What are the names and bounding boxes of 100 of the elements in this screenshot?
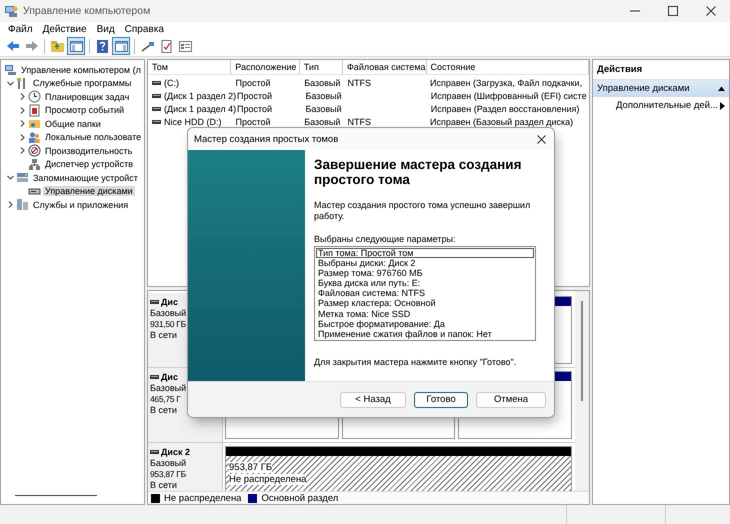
- chevron-icon[interactable]: [7, 201, 14, 208]
- action-item[interactable]: Дополнительные дей...: [593, 97, 729, 114]
- tree-item[interactable]: Служебные программы: [31, 78, 134, 88]
- forward-icon: [24, 38, 38, 54]
- menu-item[interactable]: Справка: [120, 24, 169, 34]
- table-cell: Простой: [235, 78, 271, 88]
- menu-item[interactable]: Действие: [38, 24, 92, 34]
- folder-icon: [28, 117, 41, 130]
- disk-state: В сети: [150, 480, 178, 490]
- clock-icon: [28, 90, 41, 104]
- list-item[interactable]: Файловая система: NTFS: [316, 288, 534, 298]
- chevron-icon[interactable]: [19, 93, 26, 100]
- tree-item[interactable]: Запоминающие устройст: [31, 172, 140, 183]
- close-icon[interactable]: [537, 134, 546, 144]
- panel-icon: [68, 38, 84, 54]
- wizard-message: Мастер создания простого тома успешно завершил работу.: [314, 200, 532, 222]
- partition-block[interactable]: 953,87 ГБ Не распределена: [225, 446, 572, 491]
- list-item[interactable]: Размер тома: 976760 МБ: [316, 268, 534, 278]
- device-icon: [28, 158, 41, 171]
- table-cell: (Диск 1 раздел 4): [164, 104, 236, 114]
- scrollbar[interactable]: [15, 495, 97, 496]
- dialog-button[interactable]: Готово: [414, 392, 468, 408]
- list-item[interactable]: Быстрое форматирование: Да: [316, 318, 534, 329]
- tree-item[interactable]: Управление дисками: [43, 186, 135, 196]
- disk-name: Дис: [161, 297, 178, 307]
- toolbar-button[interactable]: [112, 37, 130, 55]
- maximize-icon[interactable]: [667, 5, 679, 17]
- action-section[interactable]: Управление дисками: [593, 80, 729, 97]
- column-header[interactable]: Тип: [300, 60, 343, 74]
- chevron-icon[interactable]: [19, 147, 26, 154]
- table-cell: NTFS: [348, 78, 371, 88]
- chevron-icon[interactable]: [7, 174, 14, 182]
- table-cell: Исправен (Раздел восстановления): [430, 104, 580, 114]
- table-cell: (Диск 1 раздел 2): [164, 90, 236, 100]
- back-icon: [4, 38, 20, 54]
- chevron-icon[interactable]: [7, 80, 14, 87]
- dialog-button[interactable]: Отмена: [476, 392, 546, 408]
- chevron-icon[interactable]: [19, 134, 26, 141]
- computer-icon: [4, 63, 17, 76]
- tree-item[interactable]: Производительность: [43, 146, 134, 156]
- params-list[interactable]: [314, 246, 536, 341]
- help-icon: [94, 38, 110, 54]
- scrollbar[interactable]: [575, 291, 589, 491]
- disk-state: В сети: [150, 330, 178, 340]
- partition-status: Не распределена: [229, 474, 306, 485]
- table-cell: Простой: [235, 116, 271, 126]
- tree-item[interactable]: Общие папки: [43, 118, 103, 129]
- list-item[interactable]: Размер кластера: Основной: [316, 298, 534, 309]
- partition-size: 953,87 ГБ: [229, 462, 272, 473]
- column-header[interactable]: Состояние: [426, 60, 589, 74]
- users-icon: [28, 130, 41, 144]
- tree-item[interactable]: Локальные пользовате: [43, 132, 144, 142]
- table-cell: Базовый: [304, 116, 340, 126]
- tree-item[interactable]: Управление компьютером (л: [19, 64, 143, 75]
- list-item[interactable]: Метка тома: Nice SSD: [316, 308, 534, 319]
- legend-label: Не распределена: [164, 492, 242, 504]
- list-item[interactable]: Выбраны диски: Диск 2: [316, 258, 534, 268]
- table-cell: Исправен (Загрузка, Файл подкачки,: [430, 78, 582, 88]
- tree-item[interactable]: Просмотр событий: [43, 105, 126, 116]
- menu-item[interactable]: Файл: [3, 24, 38, 34]
- table-cell: Исправен (Базовый раздел диска): [430, 116, 574, 126]
- column-header[interactable]: Том: [148, 60, 232, 74]
- wizard-heading: Завершение мастера создания простого тома: [314, 157, 522, 187]
- close-icon[interactable]: [705, 5, 717, 17]
- tree-item[interactable]: Планировщик задач: [43, 92, 132, 102]
- checklist-icon: [158, 38, 174, 54]
- table-cell: Базовый: [304, 78, 340, 88]
- services-icon: [16, 198, 29, 212]
- disk-icon: [150, 299, 159, 305]
- table-cell: NTFS: [348, 116, 371, 126]
- disk-size: 465,75 Г: [150, 394, 182, 404]
- table-cell: Исправен (Шифрованный (EFI) систе: [430, 90, 587, 100]
- submenu-arrow-icon: [720, 102, 725, 110]
- table-cell: Простой: [237, 104, 272, 114]
- tree-item[interactable]: Службы и приложения: [31, 200, 130, 210]
- column-header[interactable]: Файловая система: [342, 60, 427, 74]
- volume-icon: [152, 118, 161, 124]
- list-item[interactable]: Буква диска или путь: E:: [316, 278, 534, 288]
- toolbar-button[interactable]: [67, 37, 85, 55]
- menu-item[interactable]: Вид: [92, 24, 120, 34]
- params-label: Выбраны следующие параметры:: [314, 234, 456, 244]
- properties-icon: [178, 38, 192, 54]
- wizard-note: Для закрытия мастера нажмите кнопку "Готово".: [314, 357, 518, 367]
- tree-item[interactable]: Диспетчер устройств: [43, 159, 135, 170]
- dialog-button[interactable]: < Назад: [340, 392, 406, 408]
- table-cell: (C:): [164, 78, 179, 88]
- legend-label: Основной раздел: [261, 492, 338, 504]
- volume-icon: [152, 92, 161, 98]
- collapse-icon[interactable]: [718, 86, 725, 91]
- list-item[interactable]: Применение сжатия файлов и папок: Нет: [316, 328, 534, 339]
- column-header[interactable]: Расположение: [231, 60, 300, 74]
- disk-state: В сети: [150, 405, 178, 415]
- chevron-icon[interactable]: [19, 120, 26, 128]
- app-icon: [4, 4, 18, 18]
- table-cell: Nice HDD (D:): [164, 116, 222, 126]
- chevron-icon[interactable]: [19, 106, 26, 114]
- storage-icon: [16, 171, 29, 184]
- log-icon: [28, 104, 41, 117]
- disk-type: Базовый: [150, 308, 188, 318]
- list-item[interactable]: Тип тома: Простой том: [316, 248, 534, 258]
